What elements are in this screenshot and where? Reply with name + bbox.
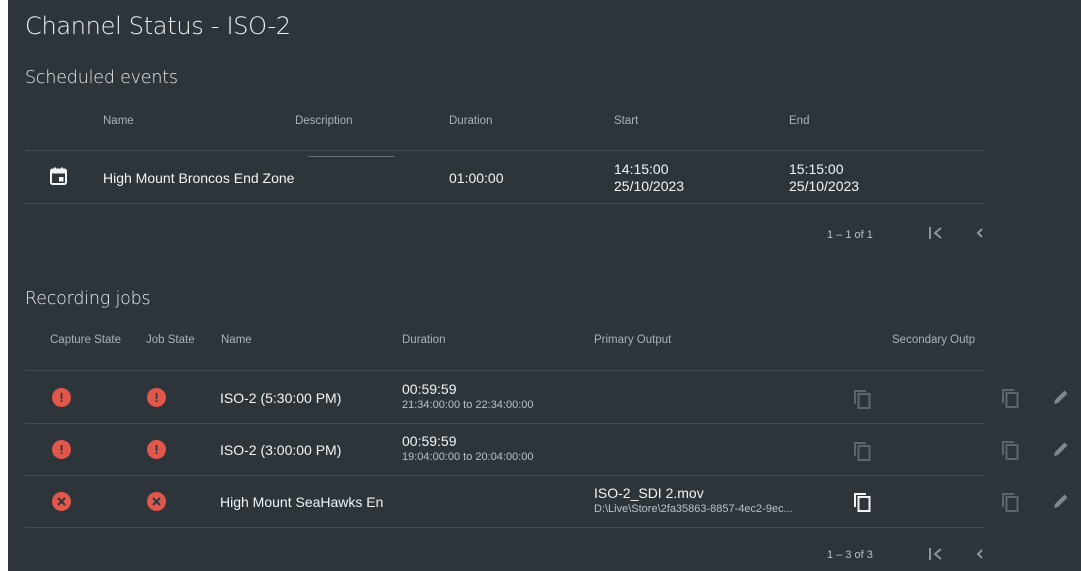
row-divider — [25, 203, 984, 204]
event-duration: 01:00:00 — [449, 170, 504, 186]
primary-output-path: D:\Live\Store\2fa35863-8857-4ec2-9ec... — [594, 503, 793, 515]
primary-output-file: ISO-2_SDI 2.mov — [594, 485, 704, 501]
edit-icon[interactable] — [1052, 492, 1070, 515]
page-title: Channel Status - ISO-2 — [25, 12, 291, 40]
pagination-range: 1 – 1 of 1 — [827, 229, 873, 241]
previous-page-button[interactable] — [975, 547, 985, 566]
edit-icon[interactable] — [1052, 440, 1070, 463]
col-header-capture-state[interactable]: Capture State — [50, 334, 121, 346]
col-header-duration[interactable]: Duration — [449, 115, 492, 127]
channel-status-panel: Channel Status - ISO-2 Scheduled events … — [8, 0, 1081, 571]
copy-secondary-icon[interactable] — [1001, 440, 1019, 465]
copy-primary-icon[interactable] — [853, 441, 871, 466]
first-page-button[interactable] — [928, 547, 944, 566]
cancel-icon — [52, 492, 71, 511]
first-page-button[interactable] — [928, 226, 944, 245]
job-time-range: 19:04:00:00 to 20:04:00:00 — [402, 451, 534, 463]
calendar-icon — [50, 167, 67, 185]
job-name: ISO-2 (5:30:00 PM) — [220, 390, 342, 406]
scheduled-events-heading: Scheduled events — [25, 68, 178, 88]
copy-secondary-icon[interactable] — [1001, 492, 1019, 517]
copy-primary-icon[interactable] — [853, 492, 871, 517]
job-name: ISO-2 (3:00:00 PM) — [220, 442, 342, 458]
edit-icon[interactable] — [1052, 388, 1070, 411]
previous-page-button[interactable] — [975, 226, 985, 245]
job-duration: 00:59:59 — [402, 381, 457, 397]
row-divider — [25, 527, 984, 528]
event-end-date: 25/10/2023 — [789, 178, 860, 194]
error-icon: ! — [147, 440, 166, 459]
event-end-time: 15:15:00 — [789, 161, 844, 177]
cancel-icon — [147, 492, 166, 511]
col-header-job-state[interactable]: Job State — [146, 334, 195, 346]
event-name: High Mount Broncos End Zone — [103, 170, 295, 186]
copy-secondary-icon[interactable] — [1001, 388, 1019, 413]
recording-jobs-heading: Recording jobs — [25, 289, 151, 309]
col-header-secondary-output[interactable]: Secondary Outp — [892, 334, 975, 346]
col-header-end[interactable]: End — [789, 115, 809, 127]
table-row[interactable]: ! ! ISO-2 (3:00:00 PM) 00:59:59 19:04:00… — [25, 424, 1081, 475]
job-time-range: 21:34:00:00 to 22:34:00:00 — [402, 399, 534, 411]
job-duration: 00:59:59 — [402, 433, 457, 449]
pagination-range: 1 – 3 of 3 — [827, 549, 873, 561]
table-row[interactable]: High Mount Broncos End Zone 01:00:00 14:… — [25, 151, 984, 203]
table-row[interactable]: ! ! ISO-2 (5:30:00 PM) 00:59:59 21:34:00… — [25, 371, 1081, 423]
col-header-start[interactable]: Start — [614, 115, 638, 127]
job-name: High Mount SeaHawks En — [220, 494, 384, 510]
error-icon: ! — [52, 388, 71, 407]
col-header-description[interactable]: Description — [295, 115, 353, 127]
col-header-name[interactable]: Name — [221, 334, 252, 346]
col-header-duration[interactable]: Duration — [402, 334, 445, 346]
event-start-date: 25/10/2023 — [614, 178, 685, 194]
copy-primary-icon[interactable] — [853, 389, 871, 414]
error-icon: ! — [147, 388, 166, 407]
col-header-primary-output[interactable]: Primary Output — [594, 334, 671, 346]
error-icon: ! — [52, 440, 71, 459]
event-start-time: 14:15:00 — [614, 161, 669, 177]
col-header-name[interactable]: Name — [103, 115, 134, 127]
table-row[interactable]: High Mount SeaHawks En ISO-2_SDI 2.mov D… — [25, 476, 1081, 527]
